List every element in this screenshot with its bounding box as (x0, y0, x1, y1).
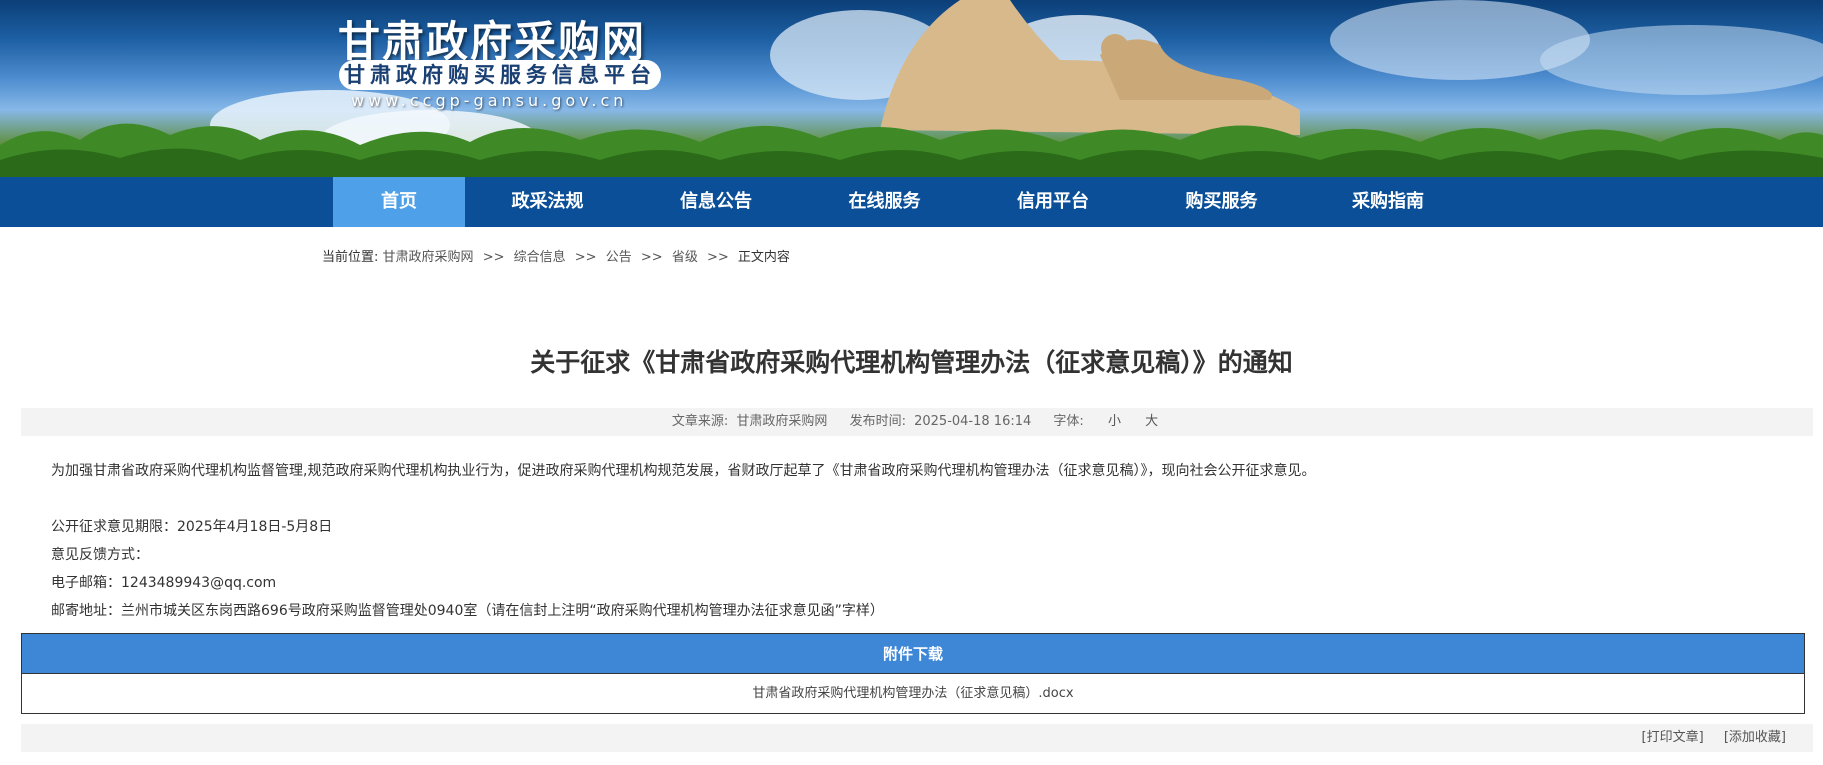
article-paragraph: 公开征求意见期限：2025年4月18日-5月8日 (51, 519, 333, 535)
breadcrumb-prefix: 当前位置: (322, 250, 379, 265)
breadcrumb-item-home[interactable]: 甘肃政府采购网 (383, 250, 474, 265)
print-article-link[interactable]: [打印文章] (1642, 730, 1704, 745)
breadcrumb-separator: >> (482, 250, 505, 265)
breadcrumb-separator: >> (706, 250, 729, 265)
article-tools: [打印文章] [添加收藏] (21, 724, 1813, 752)
source-label: 文章来源: (671, 414, 729, 429)
breadcrumb-item-provincial[interactable]: 省级 (672, 250, 698, 265)
article-paragraph: 意见反馈方式： (51, 547, 149, 563)
font-size-label: 字体: (1053, 414, 1084, 429)
nav-item-online-service[interactable]: 在线服务 (802, 177, 967, 227)
nav-item-guide[interactable]: 采购指南 (1304, 177, 1472, 227)
breadcrumb-current: 正文内容 (737, 250, 790, 265)
article-paragraph: 邮寄地址：兰州市城关区东岗西路696号政府采购监督管理处0940室（请在信封上注… (51, 603, 884, 619)
banner-scenery (0, 0, 1823, 177)
font-large-button[interactable]: 大 (1145, 414, 1158, 429)
article-paragraph: 为加强甘肃省政府采购代理机构监督管理,规范政府采购代理机构执业行为，促进政府采购… (51, 463, 1316, 479)
publish-label: 发布时间: (849, 414, 906, 429)
nav-item-home[interactable]: 首页 (333, 177, 465, 227)
nav-item-announcements[interactable]: 信息公告 (630, 177, 802, 227)
site-subtitle: 甘肃政府购买服务信息平台 (339, 60, 661, 90)
attachment-table: 附件下载 甘肃省政府采购代理机构管理办法（征求意见稿）.docx (21, 633, 1805, 714)
nav-item-regulations[interactable]: 政采法规 (465, 177, 630, 227)
breadcrumb: 当前位置: 甘肃政府采购网 >> 综合信息 >> 公告 >> 省级 >> 正文内… (322, 246, 790, 265)
source-value: 甘肃政府采购网 (736, 414, 828, 429)
nav-item-purchase-service[interactable]: 购买服务 (1139, 177, 1304, 227)
article-paragraph: 电子邮箱：1243489943@qq.com (51, 575, 277, 591)
breadcrumb-item-notice[interactable]: 公告 (606, 250, 632, 265)
main-nav: 首页 政采法规 信息公告 在线服务 信用平台 购买服务 采购指南 (0, 177, 1823, 227)
publish-time: 2025-04-18 16:14 (914, 414, 1032, 429)
article-meta: 文章来源: 甘肃政府采购网 发布时间: 2025-04-18 16:14 字体:… (21, 408, 1813, 436)
article-body: 为加强甘肃省政府采购代理机构监督管理,规范政府采购代理机构执业行为，促进政府采购… (51, 457, 1315, 625)
article-title: 关于征求《甘肃省政府采购代理机构管理办法（征求意见稿）》的通知 (530, 348, 1293, 377)
attachment-file-link[interactable]: 甘肃省政府采购代理机构管理办法（征求意见稿）.docx (22, 674, 1804, 713)
nav-item-credit-platform[interactable]: 信用平台 (967, 177, 1139, 227)
font-small-button[interactable]: 小 (1108, 414, 1121, 429)
breadcrumb-separator: >> (574, 250, 597, 265)
header-banner: 甘肃政府采购网 甘肃政府购买服务信息平台 www.ccgp-gansu.gov.… (0, 0, 1823, 177)
breadcrumb-separator: >> (640, 250, 663, 265)
site-url: www.ccgp-gansu.gov.cn (351, 91, 628, 110)
attachment-header: 附件下载 (22, 634, 1804, 674)
add-favorite-link[interactable]: [添加收藏] (1724, 730, 1786, 745)
breadcrumb-item-general-info[interactable]: 综合信息 (514, 250, 566, 265)
